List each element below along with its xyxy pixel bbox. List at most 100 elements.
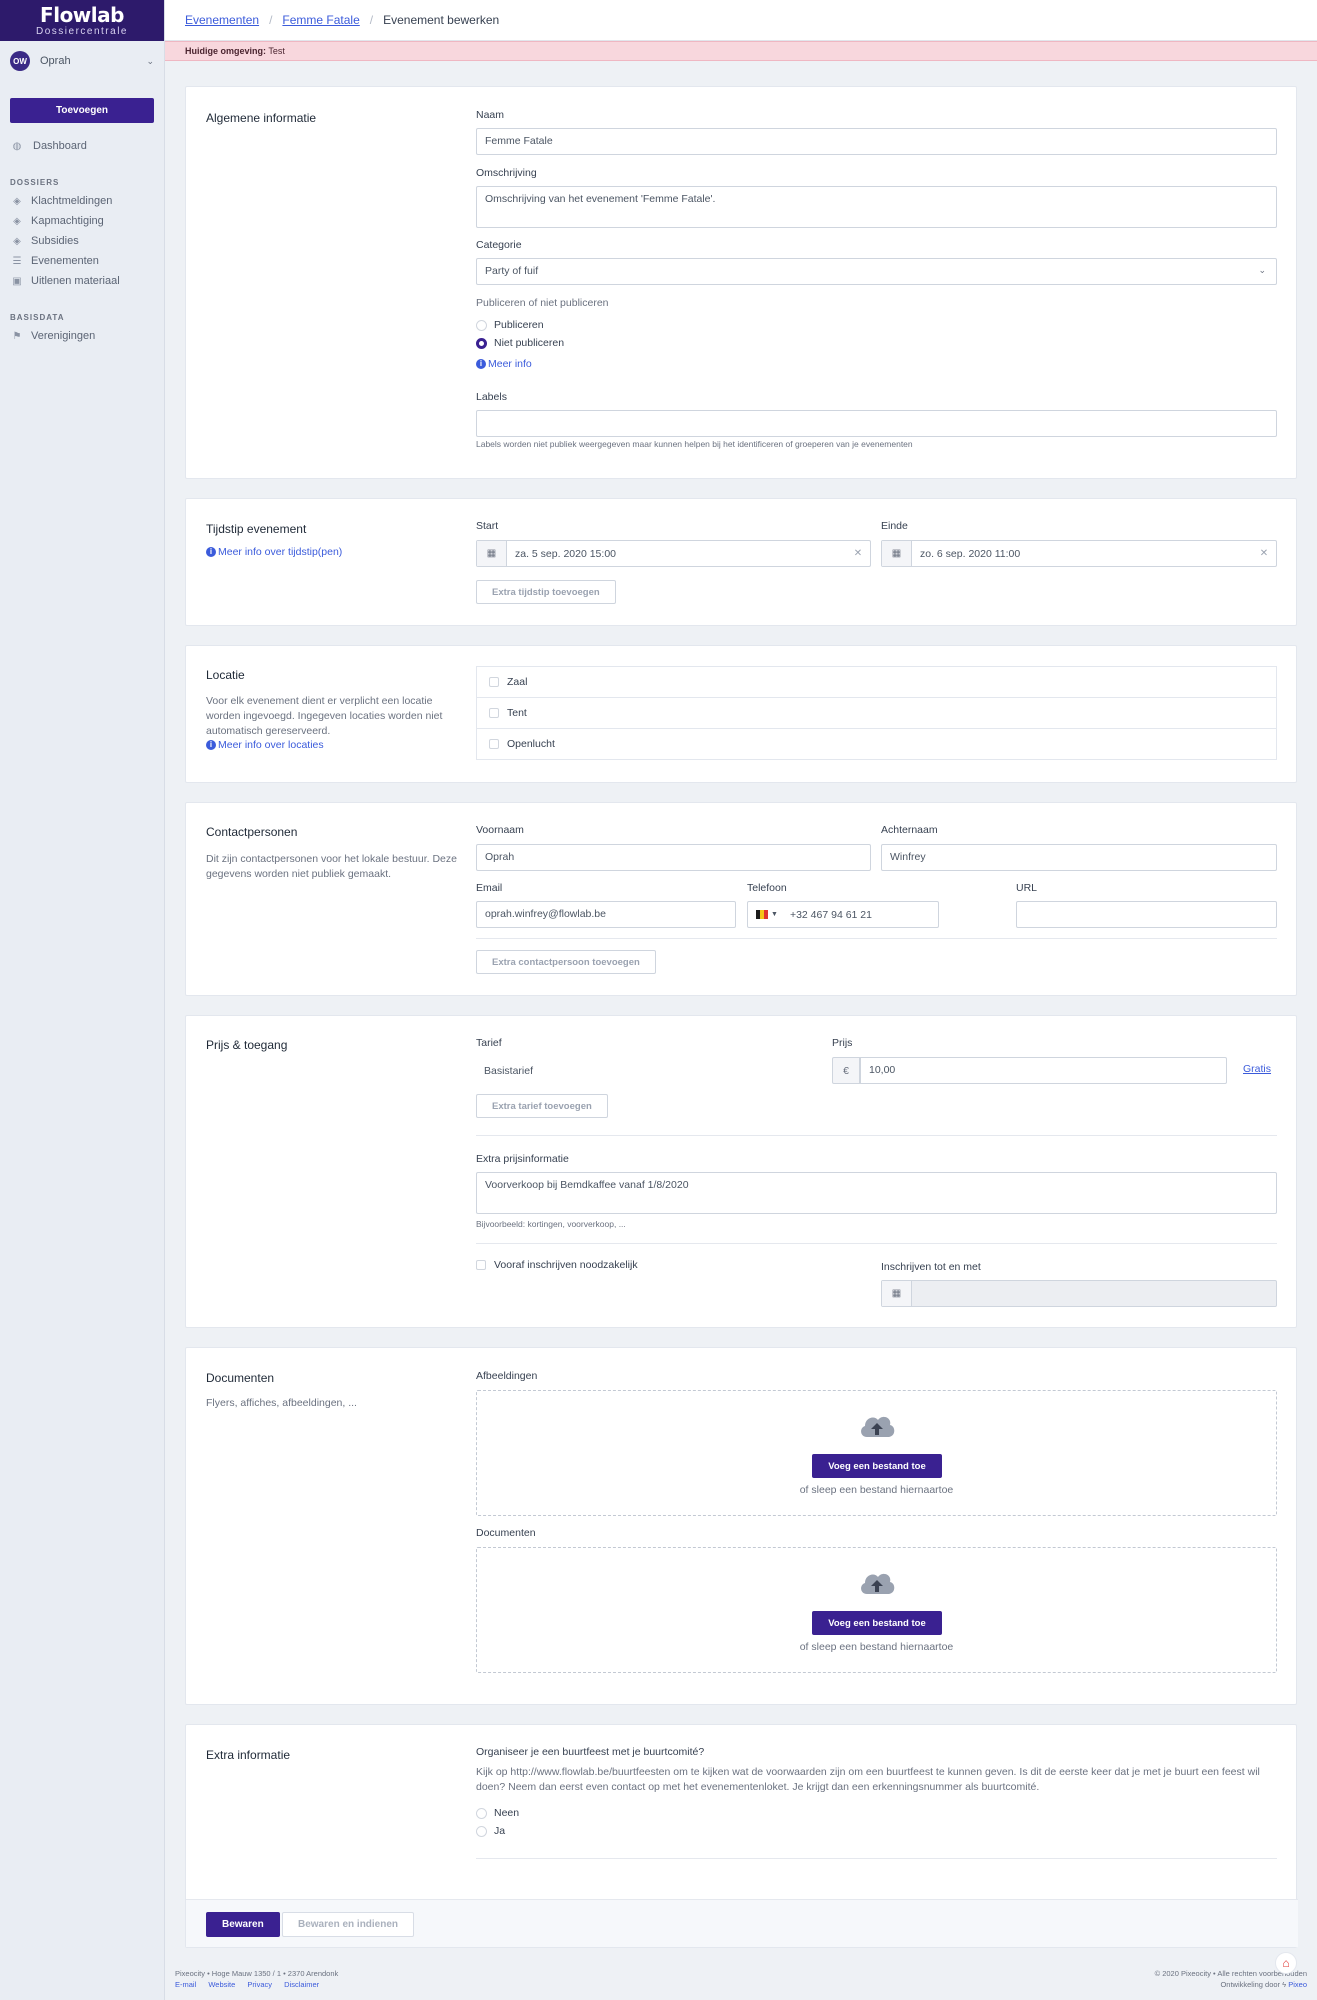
radio-neen[interactable]: Neen bbox=[476, 1807, 519, 1819]
sidebar-item-label: Verenigingen bbox=[31, 330, 96, 342]
footer-developer-link[interactable]: Pixeo bbox=[1288, 1980, 1307, 1989]
section-title: Prijs & toegang bbox=[206, 1038, 288, 1052]
clear-icon[interactable]: ✕ bbox=[1252, 548, 1276, 559]
location-option-openlucht[interactable]: Openlucht bbox=[476, 728, 1277, 760]
footer-link-disclaimer[interactable]: Disclaimer bbox=[284, 1980, 319, 1989]
url-label: URL bbox=[1016, 882, 1038, 894]
add-tariff-button[interactable]: Extra tarief toevoegen bbox=[476, 1094, 608, 1118]
sidebar-item-kapmachtiging[interactable]: ◈ Kapmachtiging bbox=[0, 211, 164, 231]
upload-document-button[interactable]: Voeg een bestand toe bbox=[812, 1611, 942, 1635]
footer-link-privacy[interactable]: Privacy bbox=[247, 1980, 272, 1989]
preregister-checkbox[interactable]: Vooraf inschrijven noodzakelijk bbox=[476, 1259, 638, 1271]
layers-icon: ◈ bbox=[13, 195, 21, 207]
location-option-label: Openlucht bbox=[507, 738, 555, 750]
list-icon: ☰ bbox=[12, 255, 22, 267]
register-until-input[interactable]: ▦ bbox=[881, 1280, 1277, 1307]
breadcrumb-evenementen[interactable]: Evenementen bbox=[185, 13, 259, 27]
images-dropzone[interactable]: Voeg een bestand toe of sleep een bestan… bbox=[476, 1390, 1277, 1516]
divider bbox=[476, 938, 1277, 939]
timing-info-link[interactable]: i Meer info over tijdstip(pen) bbox=[206, 546, 342, 558]
extra-question: Organiseer je een buurtfeest met je buur… bbox=[476, 1746, 705, 1758]
radio-no-publish[interactable]: Niet publiceren bbox=[476, 337, 564, 349]
divider bbox=[476, 1858, 1277, 1859]
documents-card: Documenten Flyers, affiches, afbeeldinge… bbox=[185, 1347, 1297, 1705]
add-contact-button[interactable]: Extra contactpersoon toevoegen bbox=[476, 950, 656, 974]
name-label: Naam bbox=[476, 109, 505, 121]
more-info-link[interactable]: i Meer info bbox=[476, 358, 532, 370]
sidebar-item-subsidies[interactable]: ◈ Subsidies bbox=[0, 231, 164, 251]
sidebar-item-evenementen[interactable]: ☰ Evenementen bbox=[0, 251, 164, 271]
divider bbox=[476, 1243, 1277, 1244]
upload-image-button[interactable]: Voeg een bestand toe bbox=[812, 1454, 942, 1478]
footer-link-website[interactable]: Website bbox=[208, 1980, 235, 1989]
description-textarea[interactable]: Omschrijving van het evenement 'Femme Fa… bbox=[476, 186, 1277, 228]
location-info-text[interactable]: Meer info over locaties bbox=[218, 739, 324, 751]
help-chat-icon[interactable]: ⌂ bbox=[1275, 1952, 1297, 1974]
location-info-link[interactable]: i Meer info over locaties bbox=[206, 739, 324, 751]
belgium-flag-icon[interactable] bbox=[756, 910, 768, 919]
contacts-description: Dit zijn contactpersonen voor het lokale… bbox=[206, 853, 457, 880]
radio-publish[interactable]: Publiceren bbox=[476, 319, 544, 331]
name-input[interactable]: Femme Fatale bbox=[476, 128, 1277, 155]
end-date-input[interactable]: ▦ zo. 6 sep. 2020 11:00 ✕ bbox=[881, 540, 1277, 567]
user-menu[interactable]: OW Oprah ⌄ bbox=[0, 41, 164, 81]
radio-circle bbox=[476, 337, 487, 349]
chevron-down-icon: ⌄ bbox=[146, 55, 154, 66]
section-title: Algemene informatie bbox=[206, 111, 317, 125]
radio-label: Publiceren bbox=[494, 319, 544, 331]
lastname-input[interactable]: Winfrey bbox=[881, 844, 1277, 871]
section-title: Locatie bbox=[206, 668, 245, 682]
checkbox bbox=[489, 677, 499, 687]
clear-icon[interactable]: ✕ bbox=[846, 548, 870, 559]
nav-heading-dossiers: DOSSIERS bbox=[10, 178, 60, 187]
email-input[interactable]: oprah.winfrey@flowlab.be bbox=[476, 901, 736, 928]
brand-logo[interactable]: Flowlab Dossiercentrale bbox=[0, 0, 164, 41]
email-label: Email bbox=[476, 882, 503, 894]
breadcrumb-femme-fatale[interactable]: Femme Fatale bbox=[282, 13, 359, 27]
timing-info-text[interactable]: Meer info over tijdstip(pen) bbox=[218, 546, 342, 558]
extra-price-textarea[interactable]: Voorverkoop bij Bemdkaffee vanaf 1/8/202… bbox=[476, 1172, 1277, 1214]
radio-ja[interactable]: Ja bbox=[476, 1825, 505, 1837]
save-submit-button[interactable]: Bewaren en indienen bbox=[282, 1912, 415, 1937]
documents-description: Flyers, affiches, afbeeldingen, ... bbox=[206, 1397, 357, 1409]
start-date-input[interactable]: ▦ za. 5 sep. 2020 15:00 ✕ bbox=[476, 540, 871, 567]
extra-price-help: Bijvoorbeeld: kortingen, voorverkoop, ..… bbox=[476, 1219, 626, 1229]
sidebar-item-dashboard[interactable]: ◍ Dashboard bbox=[0, 136, 164, 156]
location-option-zaal[interactable]: Zaal bbox=[476, 666, 1277, 698]
timing-card: Tijdstip evenement i Meer info over tijds… bbox=[185, 498, 1297, 626]
breadcrumb-separator: / bbox=[269, 13, 273, 27]
add-time-button[interactable]: Extra tijdstip toevoegen bbox=[476, 580, 616, 604]
sidebar-item-uitlenen-materiaal[interactable]: ▣ Uitlenen materiaal bbox=[0, 271, 164, 291]
free-link[interactable]: Gratis bbox=[1243, 1063, 1271, 1075]
images-label: Afbeeldingen bbox=[476, 1370, 538, 1382]
phone-input[interactable]: ▼ +32 467 94 61 21 bbox=[747, 901, 939, 928]
labels-input[interactable] bbox=[476, 410, 1277, 437]
start-date-value: za. 5 sep. 2020 15:00 bbox=[515, 547, 616, 560]
caret-down-icon[interactable]: ▼ bbox=[771, 911, 778, 918]
box-icon: ▣ bbox=[12, 275, 22, 287]
preregister-label: Vooraf inschrijven noodzakelijk bbox=[494, 1259, 638, 1271]
location-option-label: Tent bbox=[507, 707, 527, 719]
price-input[interactable]: 10,00 bbox=[860, 1057, 1227, 1084]
firstname-input[interactable]: Oprah bbox=[476, 844, 871, 871]
register-until-label: Inschrijven tot en met bbox=[881, 1261, 981, 1273]
docs-label: Documenten bbox=[476, 1527, 536, 1539]
url-input[interactable] bbox=[1016, 901, 1277, 928]
category-label: Categorie bbox=[476, 239, 522, 251]
category-select[interactable]: Party of fuif ⌄ bbox=[476, 258, 1277, 285]
flag-icon: ⚑ bbox=[12, 330, 22, 342]
drop-hint: of sleep een bestand hiernaartoe bbox=[799, 1641, 954, 1653]
sidebar-item-verenigingen[interactable]: ⚑ Verenigingen bbox=[0, 326, 164, 346]
location-option-tent[interactable]: Tent bbox=[476, 697, 1277, 729]
add-button[interactable]: Toevoegen bbox=[10, 98, 154, 123]
more-info-text[interactable]: Meer info bbox=[488, 358, 532, 370]
radio-circle bbox=[476, 319, 487, 331]
environment-value: Test bbox=[268, 46, 285, 56]
sidebar-item-klachtmeldingen[interactable]: ◈ Klachtmeldingen bbox=[0, 191, 164, 211]
environment-label: Huidige omgeving: bbox=[185, 46, 266, 56]
documents-dropzone[interactable]: Voeg een bestand toe of sleep een bestan… bbox=[476, 1547, 1277, 1673]
layers-icon: ◈ bbox=[13, 215, 21, 227]
save-button[interactable]: Bewaren bbox=[206, 1912, 280, 1937]
footer-link-email[interactable]: E-mail bbox=[175, 1980, 196, 1989]
general-info-card: Algemene informatie Naam Femme Fatale Om… bbox=[185, 86, 1297, 479]
